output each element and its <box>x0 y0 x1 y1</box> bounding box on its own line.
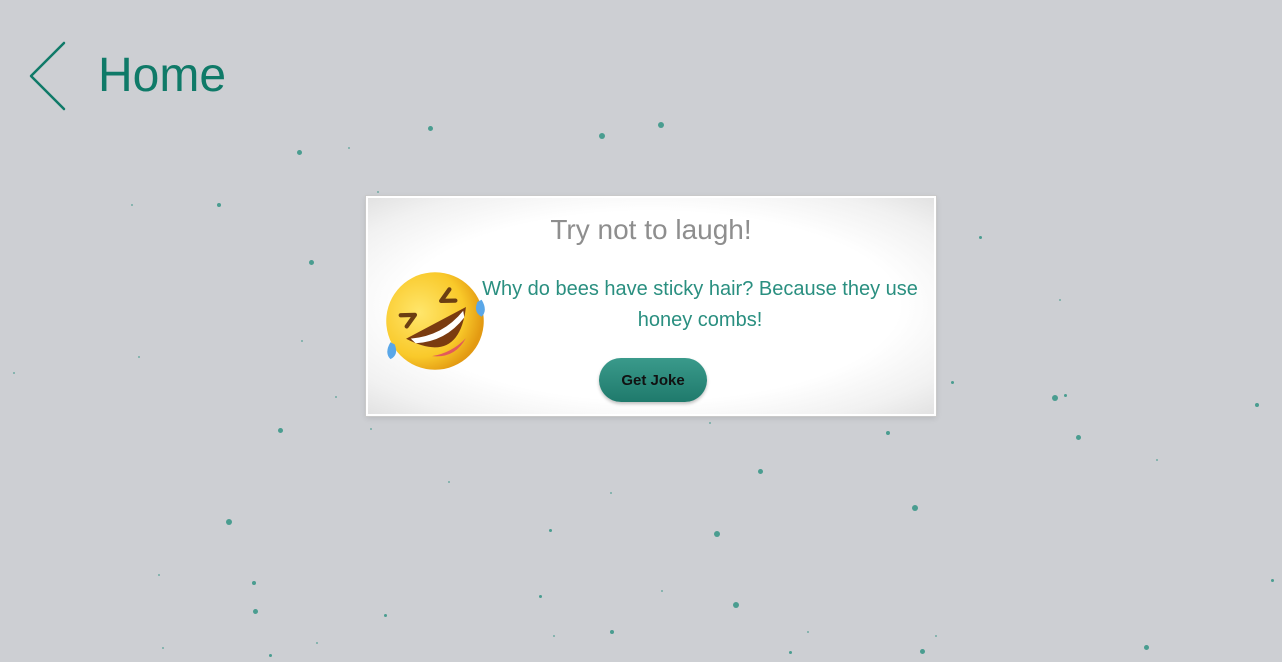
particle-dot <box>226 519 232 525</box>
particle-dot <box>610 630 614 634</box>
particle-dot <box>548 528 552 532</box>
particle-dot <box>886 431 890 435</box>
particle-dot <box>138 356 140 358</box>
particle-dot <box>1255 403 1259 407</box>
get-joke-button[interactable]: Get Joke <box>599 358 707 402</box>
particle-dot <box>13 372 15 374</box>
particle-dot <box>348 147 350 149</box>
joke-card: Try not to laugh! Why do bees have stick… <box>366 196 936 416</box>
particle-dot <box>599 133 605 139</box>
particle-dot <box>1075 434 1081 440</box>
particle-dot <box>296 149 302 155</box>
particle-dot <box>277 427 283 433</box>
particle-dot <box>661 590 663 592</box>
particle-dot <box>252 581 256 585</box>
particle-dot <box>427 125 433 131</box>
particle-dot <box>733 602 739 608</box>
particle-dot <box>377 191 379 193</box>
page: Home Try not to laugh! Why do bees have … <box>0 0 1282 662</box>
particle-dot <box>217 203 221 207</box>
particle-dot <box>807 631 809 633</box>
particle-dot <box>162 647 164 649</box>
particle-dot <box>610 492 612 494</box>
home-label[interactable]: Home <box>98 52 226 100</box>
particle-dot <box>538 594 542 598</box>
particle-dot <box>383 613 387 617</box>
particle-dot <box>308 259 314 265</box>
particle-dot <box>370 428 372 430</box>
particle-dot <box>335 396 337 398</box>
particle-dot <box>1052 395 1058 401</box>
particle-dot <box>252 608 258 614</box>
particle-dot <box>919 648 925 654</box>
particle-dot <box>709 422 711 424</box>
particle-dot <box>131 204 133 206</box>
particle-dot <box>448 481 450 483</box>
particle-dot <box>912 505 918 511</box>
chevron-left-icon[interactable] <box>26 40 70 112</box>
particle-dot <box>316 642 318 644</box>
particle-dot <box>1063 393 1067 397</box>
particle-dot <box>1143 644 1149 650</box>
particle-dot <box>268 653 272 657</box>
particle-dot <box>1270 578 1274 582</box>
rolling-on-floor-laughing-emoji <box>386 272 485 370</box>
card-title: Try not to laugh! <box>550 214 752 245</box>
particle-dot <box>978 235 982 239</box>
home-back-link[interactable]: Home <box>26 40 226 112</box>
particle-dot <box>757 468 763 474</box>
particle-dot <box>935 635 937 637</box>
joke-text: Why do bees have sticky hair? Because th… <box>482 278 918 331</box>
particle-dot <box>158 574 160 576</box>
particle-dot <box>950 380 954 384</box>
particle-dot <box>301 340 303 342</box>
particle-dot <box>553 635 555 637</box>
particle-dot <box>1059 299 1061 301</box>
particle-dot <box>658 122 664 128</box>
particle-dot <box>1156 459 1158 461</box>
particle-dot <box>714 531 720 537</box>
particle-dot <box>788 650 792 654</box>
